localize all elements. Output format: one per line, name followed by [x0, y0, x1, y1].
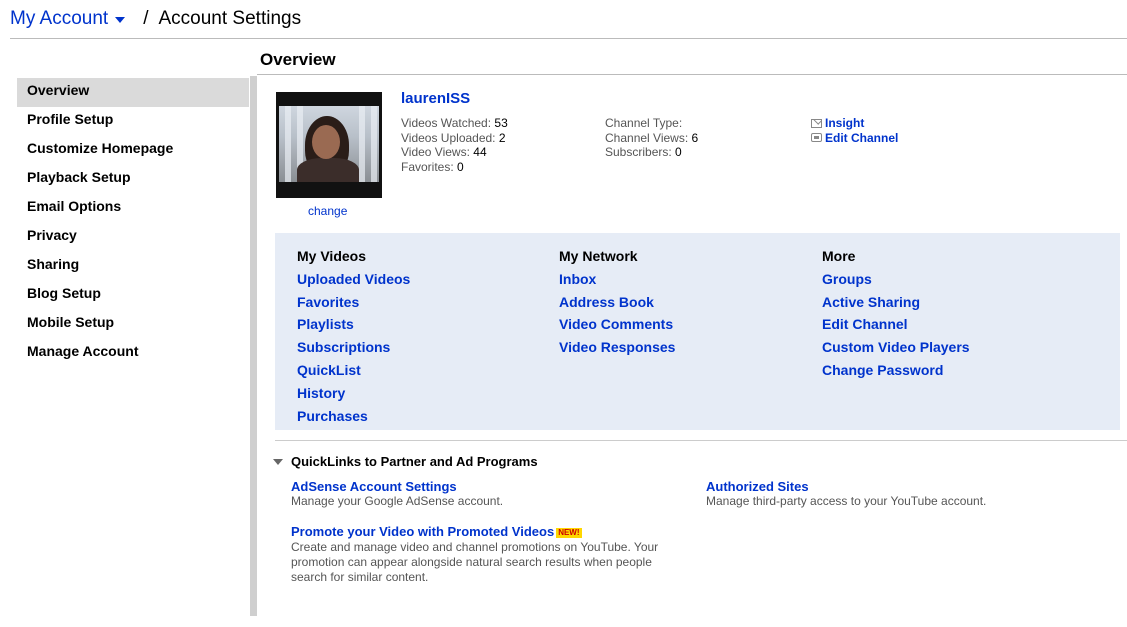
- triangle-down-icon: [273, 458, 283, 465]
- stat-value: 44: [473, 145, 487, 159]
- stats-mid: Channel Type: Channel Views: 6 Subscribe…: [605, 116, 698, 160]
- link-groups[interactable]: Groups: [822, 268, 970, 291]
- channel-links: Insight Edit Channel: [811, 116, 898, 145]
- stat-value: 2: [498, 130, 506, 145]
- stat-value: 6: [691, 130, 699, 145]
- stat-label: Video Views:: [401, 145, 470, 159]
- stat-videos-watched: Videos Watched: 53: [401, 116, 508, 131]
- authorized-desc: Manage third-party access to your YouTub…: [706, 494, 987, 508]
- link-history[interactable]: History: [297, 382, 410, 405]
- adsense-block: AdSense Account Settings Manage your Goo…: [291, 479, 503, 509]
- new-badge: NEW!: [556, 527, 582, 538]
- caret-down-icon: [115, 17, 126, 23]
- edit-channel-link[interactable]: Edit Channel: [811, 131, 898, 146]
- column-header: My Network: [559, 248, 638, 264]
- stat-label: Channel Views:: [605, 130, 689, 145]
- more-column: More Groups Active Sharing Edit Channel …: [822, 245, 970, 382]
- stat-channel-type: Channel Type:: [605, 116, 698, 131]
- tv-icon: [811, 133, 822, 143]
- insight-link[interactable]: Insight: [811, 116, 898, 131]
- sidebar-item-overview[interactable]: Overview: [17, 78, 249, 107]
- profile-photo: [279, 106, 379, 182]
- sidebar-item-customize-homepage[interactable]: Customize Homepage: [17, 136, 249, 165]
- column-header: More: [822, 248, 856, 264]
- promote-videos-link[interactable]: Promote your Video with Promoted Videos: [291, 524, 554, 539]
- stat-value: 0: [457, 159, 464, 174]
- breadcrumb-separator: /: [143, 8, 149, 29]
- photo-body: [297, 158, 359, 182]
- sidebar-item-sharing[interactable]: Sharing: [17, 252, 249, 281]
- header-divider: [10, 38, 1127, 39]
- sidebar-item-mobile-setup[interactable]: Mobile Setup: [17, 310, 249, 339]
- my-account-label: My Account: [10, 8, 109, 29]
- link-uploaded-videos[interactable]: Uploaded Videos: [297, 268, 410, 291]
- link-favorites[interactable]: Favorites: [297, 291, 410, 314]
- page-title: Account Settings: [158, 8, 302, 29]
- authorized-block: Authorized Sites Manage third-party acce…: [706, 479, 986, 509]
- edit-channel-label: Edit Channel: [825, 130, 899, 145]
- insight-label: Insight: [825, 116, 865, 130]
- stat-value: 53: [494, 116, 508, 130]
- sidebar-item-email-options[interactable]: Email Options: [17, 194, 249, 223]
- link-address-book[interactable]: Address Book: [559, 291, 675, 314]
- link-video-responses[interactable]: Video Responses: [559, 336, 675, 359]
- stat-favorites: Favorites: 0: [401, 160, 508, 175]
- stat-channel-views: Channel Views: 6: [605, 131, 698, 146]
- link-quicklist[interactable]: QuickList: [297, 359, 410, 382]
- section-divider: [257, 74, 1127, 75]
- change-photo-link[interactable]: change: [308, 204, 347, 218]
- envelope-icon: [811, 118, 822, 128]
- stat-video-views: Video Views: 44: [401, 145, 508, 160]
- sidebar-item-blog-setup[interactable]: Blog Setup: [17, 281, 249, 310]
- photo-stripe: [285, 106, 291, 182]
- my-network-column: My Network Inbox Address Book Video Comm…: [559, 245, 675, 359]
- column-header: My Videos: [297, 248, 366, 264]
- sidebar-divider: [250, 76, 257, 616]
- quicklinks-toggle[interactable]: QuickLinks to Partner and Ad Programs: [273, 454, 538, 469]
- authorized-sites-link[interactable]: Authorized Sites: [706, 479, 986, 494]
- link-inbox[interactable]: Inbox: [559, 268, 675, 291]
- photo-stripe: [371, 106, 377, 182]
- stat-label: Subscribers:: [605, 145, 672, 159]
- sidebar-nav: Overview Profile Setup Customize Homepag…: [17, 78, 249, 368]
- link-playlists[interactable]: Playlists: [297, 313, 410, 336]
- stat-label: Videos Uploaded:: [401, 130, 496, 145]
- sidebar-item-manage-account[interactable]: Manage Account: [17, 339, 249, 368]
- stats-left: Videos Watched: 53 Videos Uploaded: 2 Vi…: [401, 116, 508, 174]
- stat-value: 0: [675, 145, 682, 159]
- link-edit-channel[interactable]: Edit Channel: [822, 313, 970, 336]
- adsense-desc: Manage your Google AdSense account.: [291, 494, 504, 508]
- my-account-menu[interactable]: My Account: [10, 8, 126, 30]
- link-change-password[interactable]: Change Password: [822, 359, 970, 382]
- link-purchases[interactable]: Purchases: [297, 405, 410, 428]
- photo-stripe: [359, 106, 365, 182]
- sidebar-item-playback-setup[interactable]: Playback Setup: [17, 165, 249, 194]
- link-custom-video-players[interactable]: Custom Video Players: [822, 336, 970, 359]
- promote-block: Promote your Video with Promoted Videos N…: [291, 524, 691, 585]
- link-subscriptions[interactable]: Subscriptions: [297, 336, 410, 359]
- page-header: My Account / Account Settings: [10, 6, 301, 32]
- promote-desc: Create and manage video and channel prom…: [291, 540, 659, 584]
- link-active-sharing[interactable]: Active Sharing: [822, 291, 970, 314]
- panel-divider: [275, 440, 1127, 441]
- photo-face: [312, 125, 340, 159]
- sidebar-item-profile-setup[interactable]: Profile Setup: [17, 107, 249, 136]
- stat-subscribers: Subscribers: 0: [605, 145, 698, 160]
- stat-label: Videos Watched:: [401, 116, 492, 130]
- sidebar-item-privacy[interactable]: Privacy: [17, 223, 249, 252]
- profile-thumbnail[interactable]: [276, 92, 382, 198]
- stat-label: Channel Type:: [605, 116, 683, 130]
- link-video-comments[interactable]: Video Comments: [559, 313, 675, 336]
- my-videos-column: My Videos Uploaded Videos Favorites Play…: [297, 245, 410, 427]
- stat-videos-uploaded: Videos Uploaded: 2: [401, 131, 508, 146]
- username-link[interactable]: laurenISS: [401, 90, 470, 107]
- adsense-link[interactable]: AdSense Account Settings: [291, 479, 503, 494]
- stat-label: Favorites:: [401, 159, 454, 174]
- section-title: Overview: [260, 50, 336, 69]
- quicklinks-header: QuickLinks to Partner and Ad Programs: [291, 454, 538, 469]
